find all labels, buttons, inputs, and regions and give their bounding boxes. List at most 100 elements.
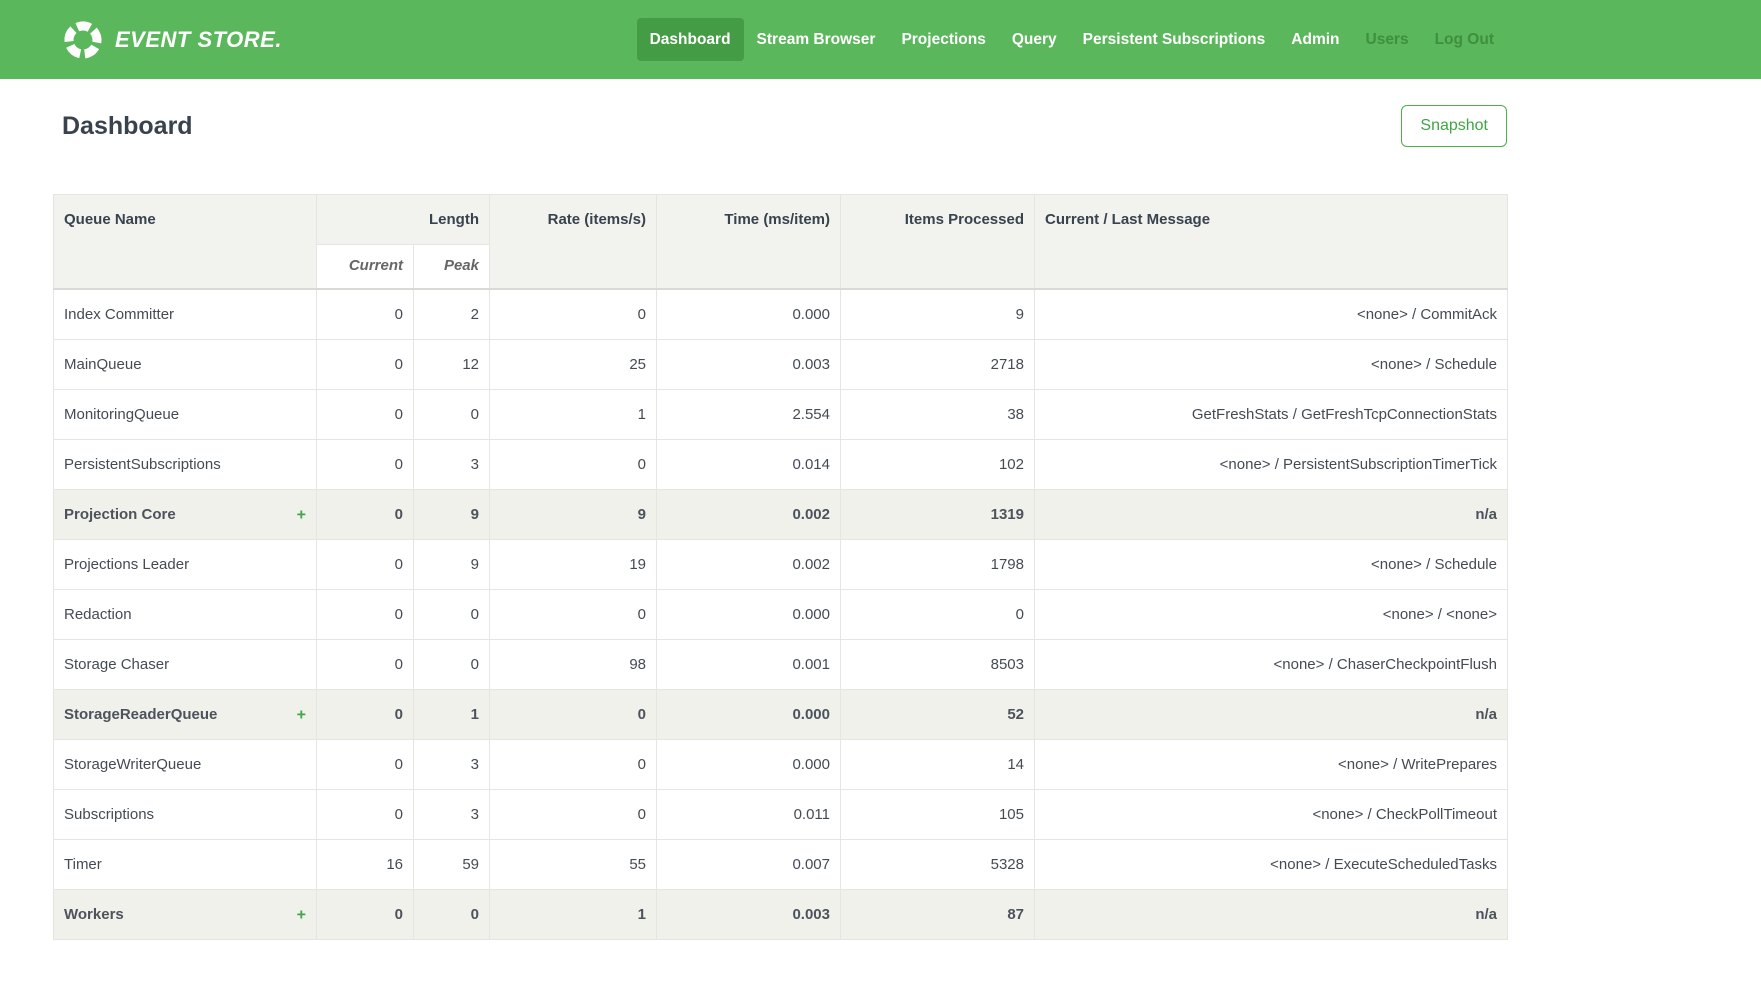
queue-name: Workers	[64, 906, 124, 923]
col-header-current: Current	[317, 245, 414, 290]
message-cell: n/a	[1035, 890, 1508, 940]
col-header-rate: Rate (items/s)	[490, 195, 657, 290]
rate-cell: 0	[490, 790, 657, 840]
expand-group-button[interactable]: +	[297, 504, 306, 525]
queue-name: StorageReaderQueue	[64, 706, 217, 723]
current-cell: 0	[317, 289, 414, 340]
items-processed-cell: 1319	[841, 490, 1035, 540]
queue-name-cell: Timer	[54, 840, 317, 890]
queue-name-cell: Workers +	[54, 890, 317, 940]
nav-item-users[interactable]: Users	[1353, 18, 1422, 62]
snapshot-button[interactable]: Snapshot	[1401, 105, 1507, 147]
queue-name: Storage Chaser	[64, 656, 169, 673]
queue-name: Index Committer	[64, 306, 174, 323]
queue-name-cell: StorageWriterQueue	[54, 740, 317, 790]
queue-name: Projections Leader	[64, 556, 189, 573]
current-cell: 0	[317, 490, 414, 540]
time-cell: 0.000	[657, 590, 841, 640]
col-header-items-processed: Items Processed	[841, 195, 1035, 290]
message-cell: n/a	[1035, 490, 1508, 540]
peak-cell: 0	[414, 640, 490, 690]
table-head: Queue Name Length Rate (items/s) Time (m…	[54, 195, 1508, 290]
navbar-inner: EVENT STORE. DashboardStream BrowserProj…	[53, 0, 1507, 79]
event-store-ring-icon	[62, 19, 104, 61]
queue-name: MonitoringQueue	[64, 406, 179, 423]
time-cell: 0.000	[657, 690, 841, 740]
items-processed-cell: 9	[841, 289, 1035, 340]
peak-cell: 9	[414, 490, 490, 540]
message-cell: <none> / CheckPollTimeout	[1035, 790, 1508, 840]
queue-name-cell: Storage Chaser	[54, 640, 317, 690]
queue-name: Redaction	[64, 606, 132, 623]
peak-cell: 0	[414, 390, 490, 440]
brand-name: EVENT STORE.	[115, 27, 282, 53]
col-header-length: Length	[317, 195, 490, 245]
rate-cell: 0	[490, 740, 657, 790]
nav-item-dashboard[interactable]: Dashboard	[637, 18, 744, 62]
items-processed-cell: 102	[841, 440, 1035, 490]
current-cell: 0	[317, 690, 414, 740]
items-processed-cell: 105	[841, 790, 1035, 840]
queue-name: Timer	[64, 856, 102, 873]
rate-cell: 1	[490, 390, 657, 440]
page-content: Dashboard Snapshot Queue Name Length Rat…	[0, 105, 1761, 940]
current-cell: 0	[317, 790, 414, 840]
peak-cell: 12	[414, 340, 490, 390]
table-row: PersistentSubscriptions0300.014102<none>…	[54, 440, 1508, 490]
table-body: Index Committer0200.0009<none> / CommitA…	[54, 289, 1508, 940]
current-cell: 0	[317, 390, 414, 440]
peak-cell: 0	[414, 890, 490, 940]
expand-group-button[interactable]: +	[297, 904, 306, 925]
queue-name: StorageWriterQueue	[64, 756, 201, 773]
queue-name-cell: Redaction	[54, 590, 317, 640]
time-cell: 0.014	[657, 440, 841, 490]
expand-group-button[interactable]: +	[297, 704, 306, 725]
table-row: StorageReaderQueue+0100.00052n/a	[54, 690, 1508, 740]
time-cell: 2.554	[657, 390, 841, 440]
nav-item-persistent-subscriptions[interactable]: Persistent Subscriptions	[1070, 18, 1279, 62]
rate-cell: 19	[490, 540, 657, 590]
table-row: MainQueue012250.0032718<none> / Schedule	[54, 340, 1508, 390]
queue-name: Subscriptions	[64, 806, 154, 823]
nav-item-admin[interactable]: Admin	[1278, 18, 1352, 62]
queue-name: PersistentSubscriptions	[64, 456, 221, 473]
table-row: StorageWriterQueue0300.00014<none> / Wri…	[54, 740, 1508, 790]
message-cell: <none> / <none>	[1035, 590, 1508, 640]
brand-logo[interactable]: EVENT STORE.	[53, 19, 282, 61]
top-navbar: EVENT STORE. DashboardStream BrowserProj…	[0, 0, 1761, 79]
queues-table: Queue Name Length Rate (items/s) Time (m…	[53, 194, 1508, 940]
current-cell: 16	[317, 840, 414, 890]
time-cell: 0.003	[657, 890, 841, 940]
rate-cell: 55	[490, 840, 657, 890]
items-processed-cell: 2718	[841, 340, 1035, 390]
message-cell: <none> / CommitAck	[1035, 289, 1508, 340]
table-row: Subscriptions0300.011105<none> / CheckPo…	[54, 790, 1508, 840]
col-header-time: Time (ms/item)	[657, 195, 841, 290]
nav-item-projections[interactable]: Projections	[888, 18, 998, 62]
nav-item-query[interactable]: Query	[999, 18, 1070, 62]
col-header-peak: Peak	[414, 245, 490, 290]
rate-cell: 0	[490, 690, 657, 740]
current-cell: 0	[317, 540, 414, 590]
table-row: Storage Chaser00980.0018503<none> / Chas…	[54, 640, 1508, 690]
table-row: Timer1659550.0075328<none> / ExecuteSche…	[54, 840, 1508, 890]
queue-name-cell: MonitoringQueue	[54, 390, 317, 440]
nav-item-log-out[interactable]: Log Out	[1422, 18, 1507, 62]
table-row: Index Committer0200.0009<none> / CommitA…	[54, 289, 1508, 340]
items-processed-cell: 1798	[841, 540, 1035, 590]
table-row: MonitoringQueue0012.55438GetFreshStats /…	[54, 390, 1508, 440]
current-cell: 0	[317, 590, 414, 640]
nav-item-stream-browser[interactable]: Stream Browser	[744, 18, 889, 62]
main-nav: DashboardStream BrowserProjectionsQueryP…	[637, 18, 1507, 62]
message-cell: <none> / WritePrepares	[1035, 740, 1508, 790]
current-cell: 0	[317, 440, 414, 490]
message-cell: <none> / PersistentSubscriptionTimerTick	[1035, 440, 1508, 490]
rate-cell: 1	[490, 890, 657, 940]
time-cell: 0.003	[657, 340, 841, 390]
message-cell: <none> / Schedule	[1035, 540, 1508, 590]
peak-cell: 59	[414, 840, 490, 890]
table-row: Workers+0010.00387n/a	[54, 890, 1508, 940]
col-header-queue-name: Queue Name	[54, 195, 317, 290]
queue-name: Projection Core	[64, 506, 176, 523]
rate-cell: 25	[490, 340, 657, 390]
